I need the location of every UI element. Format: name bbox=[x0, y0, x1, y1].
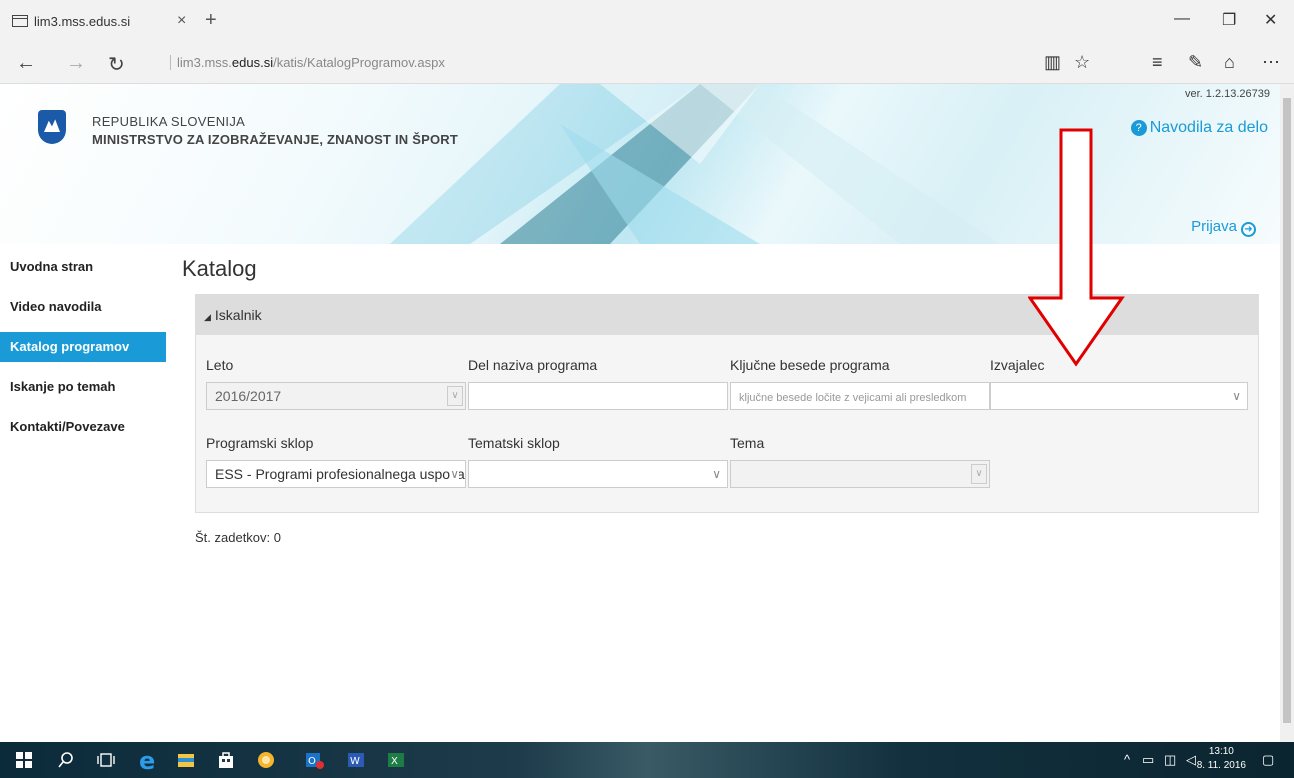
windows-start-icon[interactable] bbox=[14, 750, 34, 770]
forward-icon[interactable]: → bbox=[66, 52, 86, 75]
share-icon[interactable]: ⌂ bbox=[1224, 52, 1235, 73]
del-naziva-input[interactable] bbox=[468, 382, 728, 410]
app-icon[interactable] bbox=[256, 750, 276, 770]
reading-view-icon[interactable]: ▥ bbox=[1044, 52, 1061, 73]
excel-icon[interactable]: X bbox=[386, 750, 406, 770]
page-title: Katalog bbox=[182, 256, 257, 281]
volume-icon[interactable]: ◁ bbox=[1186, 752, 1196, 768]
sidebar-item-iskanje-po-temah[interactable]: Iskanje po temah bbox=[0, 372, 166, 412]
clock-time: 13:10 bbox=[1208, 746, 1234, 757]
search-panel-title: Iskalnik bbox=[214, 307, 262, 323]
programski-sklop-label: Programski sklop bbox=[206, 435, 314, 451]
chevron-down-icon: ∨ bbox=[450, 461, 459, 487]
kljucne-besede-input[interactable]: ključne besede ločite z vejicami ali pre… bbox=[730, 382, 990, 410]
leto-value: 2016/2017 bbox=[215, 388, 282, 404]
help-link-label: Navodila za delo bbox=[1149, 119, 1268, 136]
clock-date: 8. 11. 2016 bbox=[1196, 760, 1246, 771]
new-tab-button[interactable]: + bbox=[205, 9, 217, 32]
edge-browser-icon[interactable]: e bbox=[136, 747, 162, 773]
chevron-down-icon: ∨ bbox=[971, 464, 987, 484]
chevron-down-icon: ∨ bbox=[712, 467, 721, 481]
result-count: Št. zadetkov: 0 bbox=[195, 530, 281, 545]
more-icon[interactable]: ⋯ bbox=[1262, 52, 1280, 73]
minimize-button[interactable]: — bbox=[1174, 10, 1190, 28]
coat-of-arms-logo bbox=[38, 110, 66, 144]
file-explorer-icon[interactable] bbox=[176, 750, 196, 770]
arrow-right-icon: ➜ bbox=[1241, 222, 1256, 237]
favorite-star-icon[interactable]: ☆ bbox=[1074, 52, 1090, 73]
sidebar-nav: Uvodna stran Video navodila Katalog prog… bbox=[0, 252, 166, 452]
url-path: /katis/KatalogProgramov.aspx bbox=[273, 55, 445, 70]
leto-label: Leto bbox=[206, 357, 234, 373]
browser-tab-bar: lim3.mss.edus.si × + — ❐ ✕ bbox=[0, 0, 1294, 42]
svg-text:e: e bbox=[139, 747, 155, 773]
back-icon[interactable]: ← bbox=[16, 52, 36, 75]
tema-label: Tema bbox=[730, 435, 765, 451]
svg-text:W: W bbox=[350, 756, 360, 767]
org-ministry: MINISTRSTVO ZA IZOBRAŽEVANJE, ZNANOST IN… bbox=[92, 132, 458, 147]
chevron-down-icon: ∨ bbox=[1232, 389, 1241, 403]
svg-text:X: X bbox=[391, 756, 398, 767]
web-note-icon[interactable]: ✎ bbox=[1188, 52, 1203, 73]
battery-icon[interactable]: ▭ bbox=[1142, 752, 1154, 768]
close-tab-icon[interactable]: × bbox=[177, 12, 186, 30]
browser-tab[interactable]: lim3.mss.edus.si bbox=[0, 0, 200, 42]
del-naziva-label: Del naziva programa bbox=[468, 357, 598, 373]
page-scrollbar[interactable] bbox=[1280, 84, 1294, 742]
address-bar: ← → ↻ lim3.mss.edus.si/katis/KatalogProg… bbox=[0, 42, 1294, 84]
url-domain: edus.si bbox=[231, 55, 274, 70]
close-window-button[interactable]: ✕ bbox=[1264, 10, 1277, 30]
tab-title: lim3.mss.edus.si bbox=[34, 13, 131, 29]
help-link[interactable]: ? Navodila za delo bbox=[1130, 119, 1268, 137]
version-label: ver. 1.2.13.26739 bbox=[1184, 88, 1270, 100]
sidebar-item-katalog-programov[interactable]: Katalog programov bbox=[0, 332, 166, 362]
login-link[interactable]: Prijava ➜ bbox=[1191, 218, 1256, 237]
network-icon[interactable]: ◫ bbox=[1164, 752, 1176, 768]
tema-select[interactable]: ∨ bbox=[730, 460, 990, 488]
url-field[interactable]: lim3.mss.edus.si/katis/KatalogProgramov.… bbox=[170, 55, 445, 70]
programski-sklop-value: ESS - Programi profesionalnega usposablj… bbox=[215, 466, 465, 482]
kljucne-besede-placeholder: ključne besede ločite z vejicami ali pre… bbox=[739, 392, 967, 404]
word-icon[interactable]: W bbox=[346, 750, 366, 770]
store-icon[interactable] bbox=[216, 750, 236, 770]
org-country: REPUBLIKA SLOVENIJA bbox=[92, 114, 246, 129]
windows-taskbar: e O W X ^ ▭ ◫ ◁ 13:10 8. 11. 2016 ▢ bbox=[0, 742, 1294, 778]
page-icon bbox=[12, 15, 28, 27]
help-icon: ? bbox=[1130, 120, 1147, 136]
red-down-arrow-annotation bbox=[1028, 128, 1125, 367]
scrollbar-thumb[interactable] bbox=[1283, 98, 1291, 723]
chevron-down-icon: ∨ bbox=[447, 386, 463, 406]
system-clock[interactable]: 13:10 8. 11. 2016 bbox=[1197, 745, 1246, 773]
svg-text:O: O bbox=[308, 756, 316, 767]
tematski-sklop-select[interactable]: ∨ bbox=[468, 460, 728, 488]
leto-select[interactable]: 2016/2017 ∨ bbox=[206, 382, 466, 410]
notifications-icon[interactable]: ▢ bbox=[1262, 752, 1274, 768]
tematski-sklop-label: Tematski sklop bbox=[468, 435, 560, 451]
sidebar-item-kontakti[interactable]: Kontakti/Povezave bbox=[0, 412, 166, 452]
login-link-label: Prijava bbox=[1191, 218, 1237, 235]
collapse-triangle-icon: ◢ bbox=[204, 312, 211, 322]
show-hidden-icons-icon[interactable]: ^ bbox=[1124, 752, 1130, 767]
task-view-icon[interactable] bbox=[96, 750, 116, 770]
url-prefix: lim3.mss. bbox=[177, 55, 232, 70]
search-icon[interactable] bbox=[56, 750, 76, 770]
outlook-icon[interactable]: O bbox=[304, 750, 324, 770]
kljucne-besede-label: Ključne besede programa bbox=[730, 357, 890, 373]
maximize-button[interactable]: ❐ bbox=[1222, 10, 1236, 30]
refresh-icon[interactable]: ↻ bbox=[108, 52, 125, 77]
programski-sklop-select[interactable]: ESS - Programi profesionalnega usposablj… bbox=[206, 460, 466, 488]
sidebar-item-uvodna-stran[interactable]: Uvodna stran bbox=[0, 252, 166, 292]
sidebar-item-video-navodila[interactable]: Video navodila bbox=[0, 292, 166, 332]
izvajalec-select[interactable]: ∨ bbox=[990, 382, 1248, 410]
hub-icon[interactable]: ≡ bbox=[1152, 52, 1163, 73]
